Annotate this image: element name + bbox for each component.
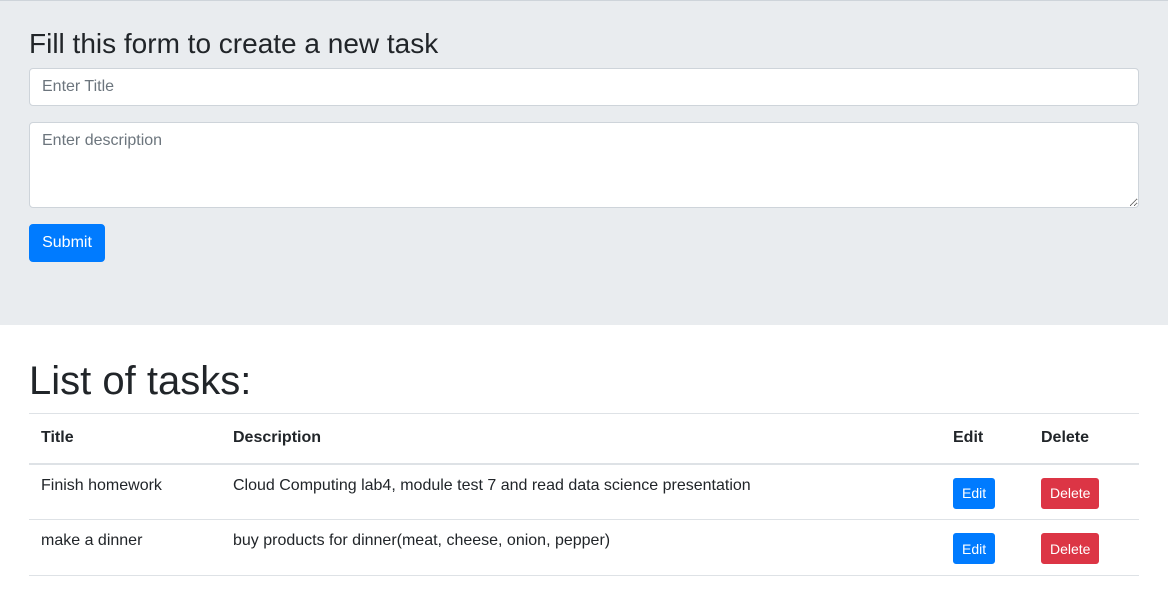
delete-button[interactable]: Delete xyxy=(1041,477,1100,509)
edit-button[interactable]: Edit xyxy=(953,533,996,564)
title-input[interactable] xyxy=(29,68,1139,106)
create-task-panel: Fill this form to create a new task Subm… xyxy=(0,0,1168,325)
table-row: make a dinner buy products for dinner(me… xyxy=(29,519,1139,576)
edit-button[interactable]: Edit xyxy=(953,477,996,509)
task-title-cell: Finish homework xyxy=(29,463,221,520)
table-header-row: Title Description Edit Delete xyxy=(29,413,1139,465)
column-header-title: Title xyxy=(29,413,221,465)
description-textarea[interactable] xyxy=(29,122,1139,208)
task-description-cell: buy products for dinner(meat, cheese, on… xyxy=(221,519,941,576)
task-list-heading: List of tasks: xyxy=(29,359,252,403)
delete-cell: Delete xyxy=(1029,519,1139,576)
delete-cell: Delete xyxy=(1029,463,1139,520)
table-row: Finish homework Cloud Computing lab4, mo… xyxy=(29,463,1139,520)
task-title-cell: make a dinner xyxy=(29,519,221,576)
edit-cell: Edit xyxy=(941,519,1029,576)
delete-button[interactable]: Delete xyxy=(1041,533,1100,564)
submit-button[interactable]: Submit xyxy=(29,224,105,262)
column-header-description: Description xyxy=(221,413,941,465)
edit-cell: Edit xyxy=(941,463,1029,520)
form-heading: Fill this form to create a new task xyxy=(29,28,439,59)
column-header-delete: Delete xyxy=(1029,413,1139,465)
task-description-cell: Cloud Computing lab4, module test 7 and … xyxy=(221,463,941,520)
tasks-table: Title Description Edit Delete Finish hom… xyxy=(29,413,1139,576)
column-header-edit: Edit xyxy=(941,413,1029,465)
